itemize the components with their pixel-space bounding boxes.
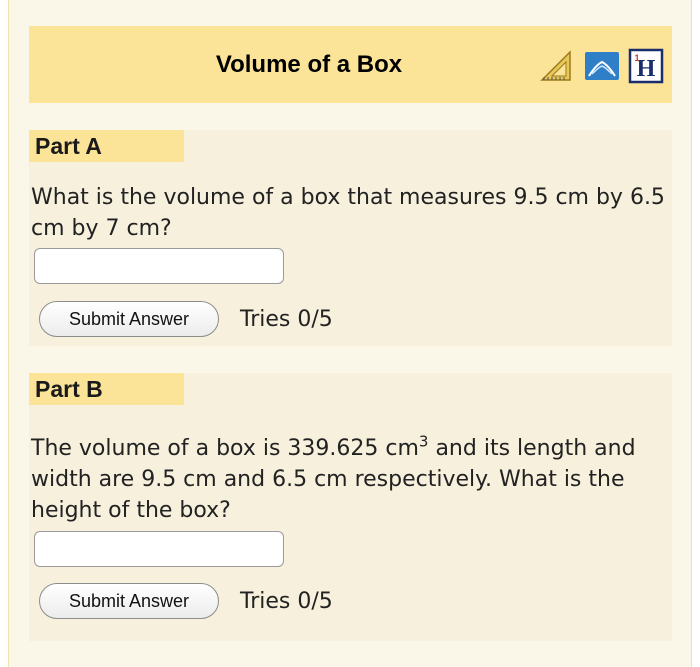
- protractor-ruler-icon[interactable]: [540, 48, 576, 84]
- part-a-panel: Part A What is the volume of a box that …: [29, 130, 672, 346]
- part-b-tries: Tries 0/5: [240, 588, 333, 614]
- svg-text:1: 1: [634, 53, 639, 63]
- part-b-question-text-1: The volume of a box is 339.625 cm: [31, 436, 419, 461]
- header-bar: Volume of a Box H 1: [29, 26, 672, 103]
- book-icon[interactable]: [584, 48, 620, 84]
- part-b-label: Part B: [29, 373, 184, 405]
- part-b-answer-input[interactable]: [34, 531, 284, 567]
- part-b-panel: Part B The volume of a box is 339.625 cm…: [29, 373, 672, 641]
- hint-h-icon[interactable]: H 1: [628, 48, 664, 84]
- part-a-submit-row: Submit Answer Tries 0/5: [39, 301, 333, 337]
- page-title: Volume of a Box: [215, 51, 403, 78]
- part-a-label: Part A: [29, 130, 184, 162]
- part-b-question: The volume of a box is 339.625 cm3 and i…: [31, 433, 669, 526]
- header-tools: H 1: [540, 48, 664, 84]
- part-b-submit-button[interactable]: Submit Answer: [39, 583, 219, 619]
- part-a-answer-input[interactable]: [34, 248, 284, 284]
- part-b-submit-row: Submit Answer Tries 0/5: [39, 583, 333, 619]
- part-a-tries: Tries 0/5: [240, 306, 333, 332]
- part-a-submit-button[interactable]: Submit Answer: [39, 301, 219, 337]
- part-a-question: What is the volume of a box that measure…: [31, 185, 665, 241]
